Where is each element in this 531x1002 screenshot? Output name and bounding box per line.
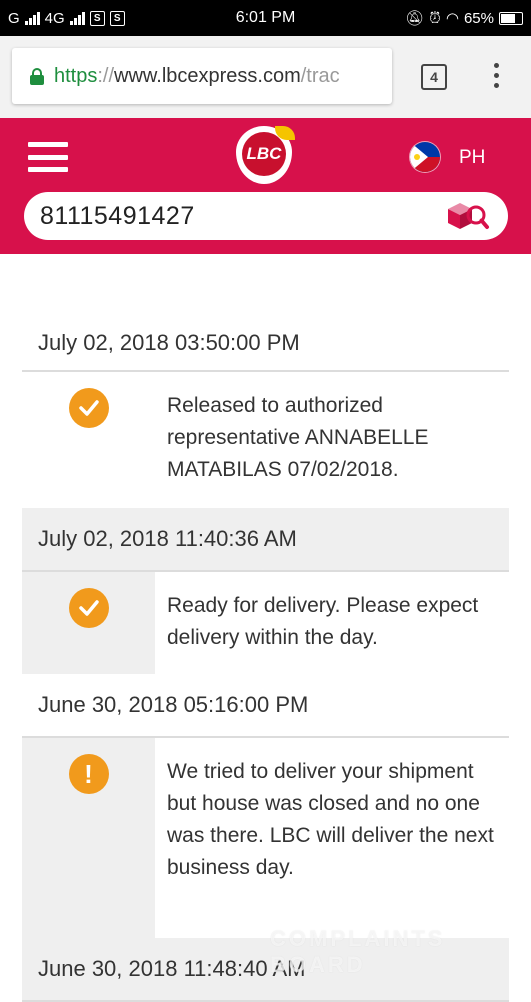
event-date-4: June 30, 2018 11:48:40 AM	[22, 938, 509, 1000]
more-options-icon[interactable]	[490, 63, 502, 93]
status-right: 🔕︎ ⏰︎ ◠ 65%	[405, 9, 523, 27]
tracking-event-1: Released to authorized representative AN…	[22, 372, 509, 508]
url-scheme: https	[54, 64, 98, 87]
tracking-search-bar[interactable]: 81115491427	[24, 192, 508, 240]
browser-toolbar: https://www.lbcexpress.com/trac 4	[0, 36, 531, 118]
philippines-flag-icon[interactable]	[410, 142, 440, 172]
hamburger-menu-icon[interactable]	[28, 142, 68, 172]
sim-badge-icon-2: S	[109, 10, 125, 26]
battery-icon	[499, 11, 523, 25]
site-header: LBC PH 81115491427	[0, 118, 531, 254]
url-path: /trac	[300, 64, 340, 87]
url-text[interactable]: https://www.lbcexpress.com/trac	[54, 65, 340, 88]
lbc-logo[interactable]: LBC	[231, 126, 297, 188]
logo-text: LBC	[242, 132, 286, 176]
url-separator: ://	[97, 64, 115, 87]
status-left: G 4G S S	[8, 10, 125, 27]
lock-icon	[30, 68, 44, 85]
check-circle-icon	[68, 388, 109, 428]
country-selector[interactable]: PH	[459, 147, 485, 169]
tracking-event-3: ! We tried to deliver your shipment but …	[22, 738, 509, 938]
network-label: 4G	[44, 9, 65, 27]
event-description-2: Ready for delivery. Please expect delive…	[155, 572, 509, 674]
event-date-3: June 30, 2018 05:16:00 PM	[38, 692, 309, 717]
tab-switcher-button[interactable]: 4	[421, 64, 447, 90]
track-package-icon[interactable]	[444, 200, 490, 232]
sim-badge-icon: S	[89, 10, 105, 26]
carrier-label: G	[8, 9, 20, 27]
battery-percent: 65%	[463, 9, 494, 27]
alarm-icon: ⏰︎	[429, 9, 441, 27]
alert-circle-icon: !	[68, 754, 109, 794]
tracking-number-input[interactable]: 81115491427	[40, 202, 195, 231]
tracking-timeline: July 02, 2018 03:50:00 PM Released to au…	[22, 254, 509, 1002]
event-date-1: July 02, 2018 03:50:00 PM	[38, 330, 300, 355]
mute-icon: 🔕︎	[405, 10, 425, 27]
check-circle-icon	[68, 588, 109, 628]
event-description-3: We tried to deliver your shipment but ho…	[155, 738, 509, 938]
wifi-icon: ◠	[445, 10, 459, 27]
status-bar: G 4G S S 6:01 PM 🔕︎ ⏰︎ ◠ 65%	[0, 0, 531, 36]
signal-icon	[24, 11, 40, 25]
address-bar[interactable]: https://www.lbcexpress.com/trac	[12, 48, 392, 104]
tracking-event-2: Ready for delivery. Please expect delive…	[22, 572, 509, 674]
url-host: www.lbcexpress.com	[114, 64, 301, 87]
event-description-1: Released to authorized representative AN…	[167, 394, 429, 481]
signal-icon-2	[69, 11, 85, 25]
event-date-2: July 02, 2018 11:40:36 AM	[22, 508, 509, 570]
